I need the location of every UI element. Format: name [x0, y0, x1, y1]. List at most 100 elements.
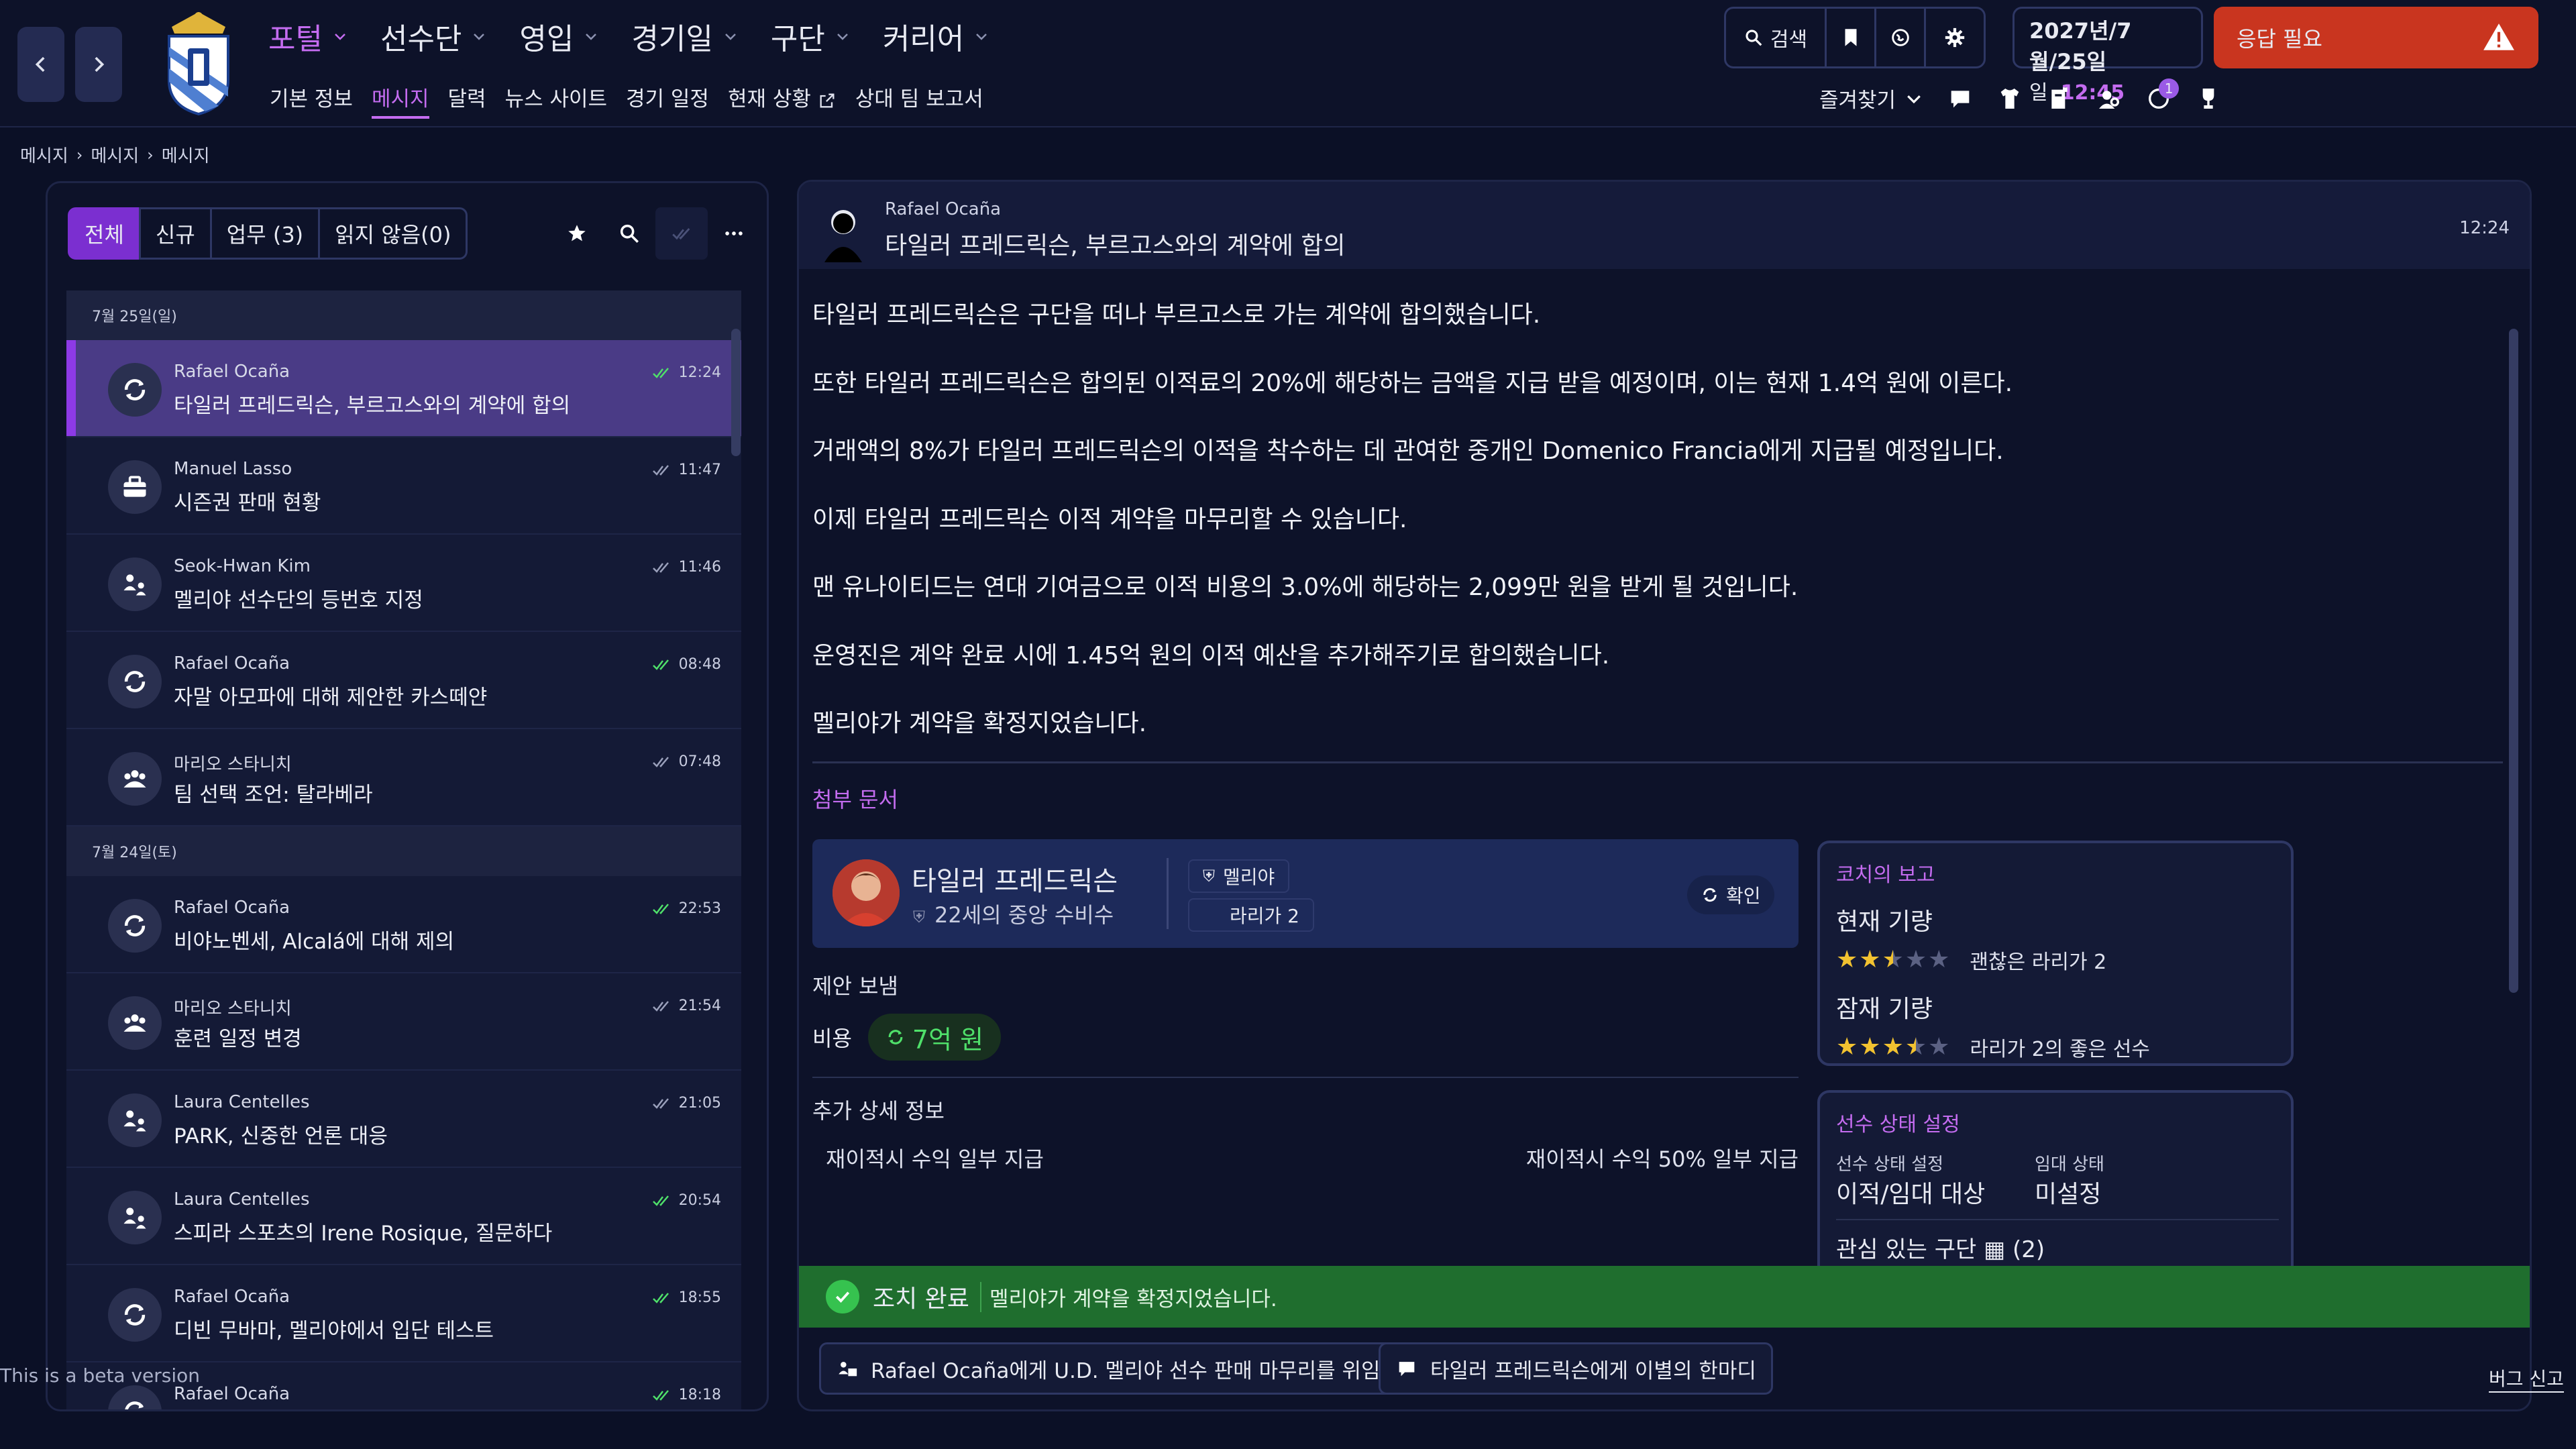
game-date[interactable]: 2027년/7월/25일 일 12:45 [2012, 7, 2203, 105]
double-check-icon [652, 659, 669, 670]
message-list-item[interactable]: Rafael Ocaña 자말 아모파에 대해 제안한 카스떼얀 08:48 [66, 632, 741, 729]
delegate-sale-button[interactable]: Rafael Ocaña에게 U.D. 멜리야 선수 판매 마무리를 위임 [819, 1342, 1397, 1395]
confirm-button[interactable]: 확인 [1687, 875, 1774, 914]
rating-star-icon: ★ [1882, 1033, 1904, 1061]
subnav-status-label: 현재 상황 [727, 87, 811, 111]
people-swap-icon [108, 1191, 162, 1244]
message-scrollbar[interactable] [2509, 329, 2518, 993]
response-required-button[interactable]: 응답 필요 [2214, 7, 2538, 68]
subnav-fixtures[interactable]: 경기 일정 [626, 82, 709, 119]
squad-board-icon[interactable] [2046, 85, 2073, 112]
message-list-item[interactable]: Seok-Hwan Kim 멜리야 선수단의 등번호 지정 11:46 [66, 535, 741, 632]
message-panel: Rafael Ocaña 타일러 프레드릭슨, 부르고스와의 계약에 합의 12… [797, 180, 2532, 1411]
favorites-label[interactable]: 즐겨찾기 [1819, 83, 1896, 113]
tab-all[interactable]: 전체 [68, 207, 141, 260]
player-league[interactable]: 라리가 2 [1188, 898, 1314, 932]
tab-unread[interactable]: 읽지 않음(0) [318, 207, 468, 260]
detail-value: 재이적시 수익 50% 일부 지급 [1525, 1146, 1799, 1172]
settings-button[interactable] [1926, 9, 1984, 66]
back-button[interactable] [17, 27, 64, 102]
nav-transfers[interactable]: 영입 [519, 15, 599, 58]
player-card[interactable]: 타일러 프레드릭슨 ⛨ 22세의 중앙 수비수 ⛨ 멜리야 라리가 2 확인 [812, 839, 1799, 948]
nav-matchday[interactable]: 경기일 [631, 15, 738, 58]
breadcrumb-item[interactable]: 메시지 [20, 142, 68, 167]
nav-career[interactable]: 커리어 [883, 15, 989, 58]
message-list-item[interactable]: Manuel Lasso 시즌권 판매 현황 11:47 [66, 437, 741, 535]
message-time-text: 22:53 [678, 900, 721, 917]
inbox-search-button[interactable] [603, 207, 655, 260]
trophy-icon[interactable] [2195, 85, 2222, 112]
tab-tasks[interactable]: 업무 (3) [209, 207, 321, 260]
message-time-text: 12:24 [678, 364, 721, 381]
message-list-item[interactable]: 마리오 스타니치 팀 선택 조언: 탈라베라 07:48 [66, 729, 741, 826]
scout-icon[interactable] [2096, 85, 2123, 112]
message-list-item[interactable]: Rafael Ocaña 타일러 프레드릭슨, 부르고스와의 계약에 합의 12:2… [66, 340, 741, 437]
body-paragraph: 맨 유나이티드는 연대 기여금으로 이적 비용의 3.0%에 해당하는 2,09… [812, 574, 1799, 601]
mark-read-button[interactable] [655, 207, 708, 260]
message-time-text: 07:48 [678, 753, 721, 770]
potential-ability-text: 라리가 2의 좋은 선수 [1970, 1038, 2150, 1061]
more-options-button[interactable] [708, 207, 760, 260]
chevron-down-icon[interactable] [1904, 89, 1924, 109]
nav-squad[interactable]: 선수단 [380, 15, 487, 58]
message-time: 18:55 [652, 1289, 721, 1306]
message-list-item[interactable]: Rafael Ocaña 비야노벤세, Alcalá에 대해 제의 22:53 [66, 876, 741, 973]
top-header: 포털 선수단 영입 경기일 구단 커리어 기본 정보 메시지 달력 뉴스 사이트… [0, 0, 2576, 127]
current-ability-text: 괜찮은 라리가 2 [1970, 951, 2107, 974]
world-button[interactable] [1876, 9, 1926, 66]
shield-icon: ⛨ [913, 908, 925, 926]
message-list[interactable]: 7월 25일(일) Rafael Ocaña 타일러 프레드릭슨, 부르고스와의 계… [66, 290, 741, 1409]
offer-sent-label: 제안 보냄 [812, 973, 898, 999]
message-subject: 훈련 일정 변경 [174, 1027, 302, 1051]
message-list-item[interactable]: Rafael Ocaña 디빈 무바마, 멜리야에서 입단 테스트 18:55 [66, 1265, 741, 1362]
message-time: 12:24 [2459, 218, 2510, 238]
nav-club[interactable]: 구단 [771, 15, 851, 58]
message-subject: 디빈 무바마, 멜리야에서 입단 테스트 [174, 1319, 494, 1343]
subnav-messages[interactable]: 메시지 [371, 82, 429, 119]
player-club[interactable]: ⛨ 멜리야 [1188, 859, 1290, 893]
nav-portal[interactable]: 포털 [268, 15, 348, 58]
breadcrumb-item[interactable]: 메시지 [91, 142, 139, 167]
body-paragraph: 또한 타일러 프레드릭슨은 합의된 이적료의 20%에 해당하는 금액을 지급 … [812, 369, 2013, 397]
bookmark-icon [1845, 29, 1856, 46]
subnav-calendar[interactable]: 달력 [448, 82, 486, 119]
nav-label: 영입 [519, 22, 574, 56]
subnav-news[interactable]: 뉴스 사이트 [505, 82, 607, 119]
message-sender[interactable]: Rafael Ocaña [885, 199, 1001, 219]
message-subject: 타일러 프레드릭슨, 부르고스와의 계약에 합의 [885, 232, 1346, 260]
forward-button[interactable] [75, 27, 122, 102]
shirt-icon[interactable] [1996, 85, 2023, 112]
farewell-button[interactable]: 타일러 프레드릭슨에게 이별의 한마디 [1379, 1342, 1773, 1395]
search-button[interactable]: 검색 [1726, 9, 1827, 66]
transfer-icon [108, 363, 162, 417]
message-subject: 시즌권 판매 현황 [174, 491, 321, 515]
message-list-item[interactable]: Laura Centelles 스피라 스포츠의 Irene Rosique, 질… [66, 1168, 741, 1265]
chat-icon[interactable] [1947, 85, 1974, 112]
search-label: 검색 [1770, 28, 1808, 52]
status-value[interactable]: 이적/임대 대상 [1836, 1175, 1985, 1210]
current-ability-label: 현재 기량 [1836, 908, 1933, 936]
interested-clubs-label[interactable]: 관심 있는 구단 ▦ (2) [1836, 1231, 2045, 1264]
notifications-icon[interactable]: 1 [2145, 78, 2180, 112]
message-list-item[interactable]: Laura Centelles PARK, 신중한 언론 대응 21:05 [66, 1071, 741, 1168]
breadcrumb-separator: › [147, 145, 154, 164]
bug-report-link[interactable]: 버그 신고 [2489, 1364, 2564, 1393]
double-check-icon [652, 464, 669, 476]
nav-label: 커리어 [882, 22, 965, 56]
subnav-status[interactable]: 현재 상황 [728, 82, 837, 119]
message-list-item[interactable]: 마리오 스타니치 훈련 일정 변경 21:54 [66, 973, 741, 1071]
tab-new[interactable]: 신규 [138, 207, 212, 260]
inbox-scrollbar[interactable] [731, 329, 741, 456]
breadcrumb: 메시지 › 메시지 › 메시지 [20, 142, 210, 167]
message-time-text: 18:18 [678, 1387, 721, 1403]
notes-button[interactable] [1827, 9, 1876, 66]
rating-star-icon: ★ [1904, 1033, 1927, 1061]
subnav-overview[interactable]: 기본 정보 [270, 82, 353, 119]
star-filter-button[interactable] [551, 207, 603, 260]
divider [812, 761, 2503, 763]
club-crest-logo[interactable] [158, 7, 239, 117]
subnav-opposition[interactable]: 상대 팀 보고서 [855, 82, 983, 119]
player-name[interactable]: 타일러 프레드릭슨 [912, 859, 1118, 898]
inbox-tabs: 전체 신규 업무 (3) 읽지 않음(0) [68, 207, 468, 260]
loan-status-value[interactable]: 미설정 [2035, 1175, 2101, 1210]
